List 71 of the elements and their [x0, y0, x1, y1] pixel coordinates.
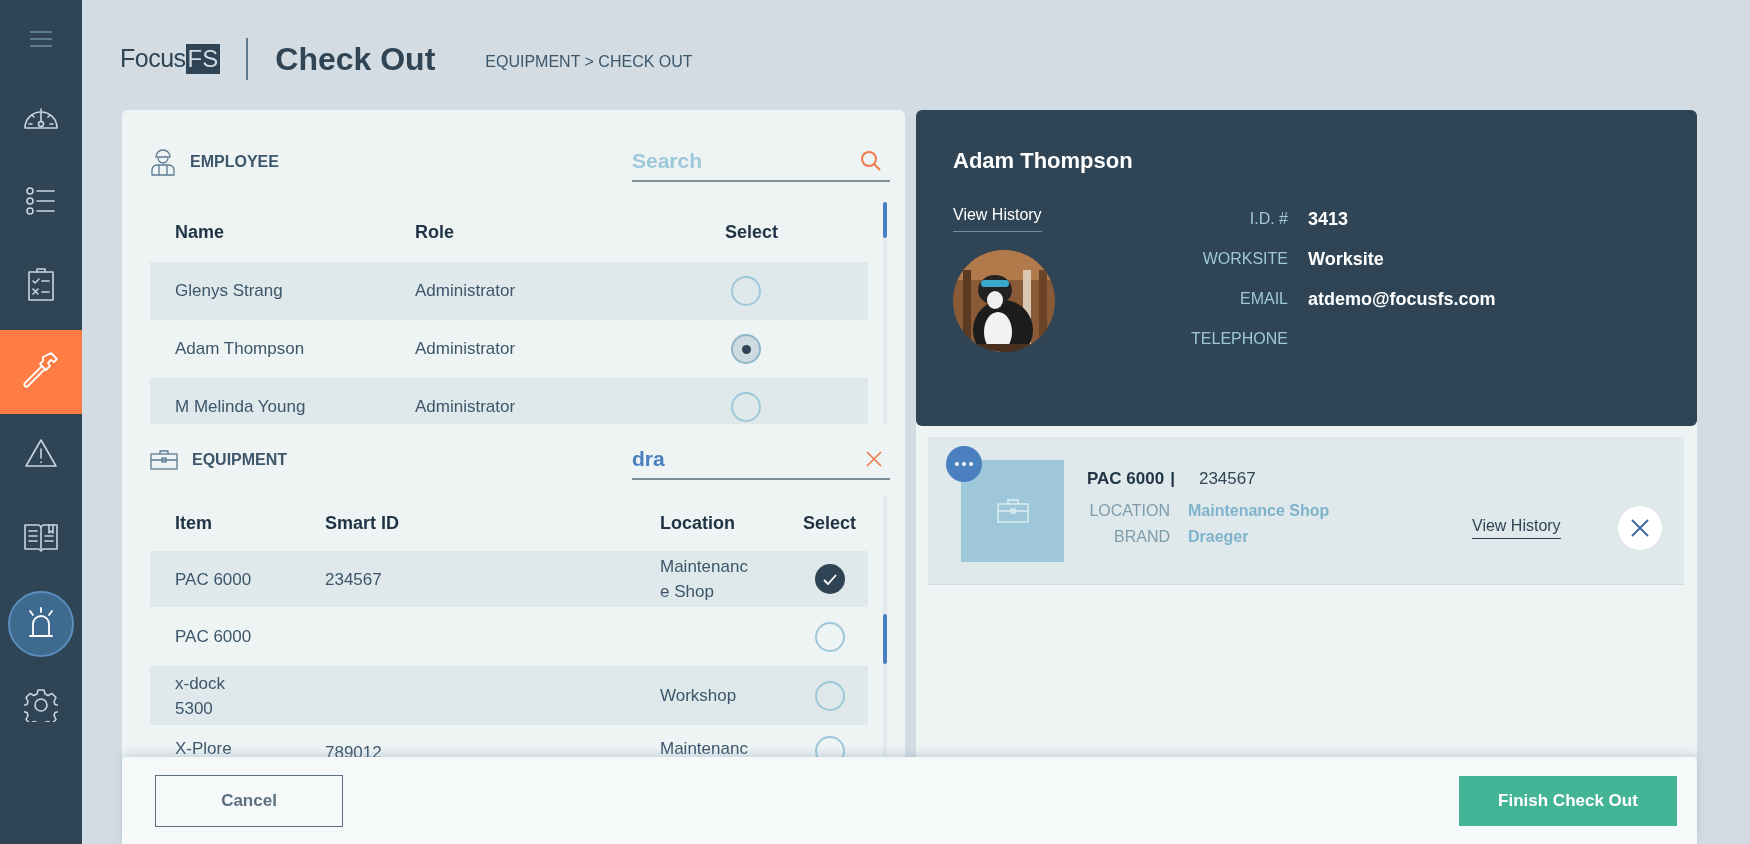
page-title: Check Out	[275, 40, 436, 79]
table-cell-text: Administrator	[414, 280, 517, 303]
column-header: Item	[174, 512, 213, 535]
menu-icon	[30, 31, 52, 47]
employee-name: Adam Thompson	[953, 147, 1134, 175]
equipment-name: PAC 6000	[1087, 468, 1165, 490]
table-cell-text: Maintenance Shop	[660, 556, 749, 603]
warning-icon	[24, 437, 58, 468]
view-history-link[interactable]: View History	[1472, 517, 1561, 539]
field-value: Maintenance Shop	[1188, 500, 1330, 521]
table-cell-text: Adam Thompson	[174, 338, 306, 361]
field-label: TELEPHONE	[1190, 329, 1288, 349]
finish-button[interactable]: Finish Check Out	[1459, 775, 1677, 826]
section-heading: EQUIPMENT	[192, 450, 288, 470]
table-cell-text: Administrator	[414, 396, 517, 419]
more-icon	[955, 462, 973, 466]
column-header: Name	[174, 220, 226, 244]
clear-icon[interactable]	[866, 451, 882, 467]
field-value: 3413	[1308, 208, 1349, 231]
breadcrumb: EQUIPMENT > CHECK OUT	[485, 52, 693, 72]
column-header: Select	[724, 220, 780, 244]
field-label: LOCATION	[1088, 500, 1170, 521]
field-label: BRAND	[1113, 526, 1170, 547]
smart-id: 234567	[1198, 468, 1256, 490]
column-header: Smart ID	[324, 512, 401, 535]
scrollbar-thumb[interactable]	[883, 202, 887, 238]
section-heading: EMPLOYEE	[190, 152, 279, 172]
table-cell-text: Workshop	[660, 685, 738, 707]
toolbox-icon	[996, 499, 1029, 523]
clipboard-icon	[27, 267, 55, 302]
radio-button[interactable]	[731, 334, 761, 364]
radio-button[interactable]	[731, 276, 761, 306]
column-header: Select	[802, 512, 858, 535]
table-cell-text: M Melinda Young	[174, 396, 307, 419]
more-button[interactable]	[946, 446, 982, 482]
column-header: Role	[414, 220, 455, 244]
column-header: Location	[659, 512, 736, 535]
view-history-link[interactable]: View History	[953, 203, 1042, 232]
checkbox[interactable]	[815, 621, 845, 652]
check-icon	[823, 573, 837, 585]
checkbox[interactable]	[815, 680, 845, 711]
table-cell-text: PAC 6000	[175, 568, 252, 591]
table-cell-text: Administrator	[414, 338, 517, 361]
search-icon[interactable]	[860, 150, 882, 172]
table-cell-text: X-Plore	[175, 737, 232, 757]
field-label: EMAIL	[1239, 289, 1288, 309]
table-cell-text: PAC 6000	[175, 626, 252, 648]
table-cell-text: 234567	[325, 568, 382, 591]
field-value: atdemo@focusfs.com	[1308, 288, 1496, 311]
field-value: Worksite	[1308, 248, 1384, 271]
list-icon	[26, 185, 56, 216]
remove-button[interactable]	[1617, 506, 1662, 550]
table-cell-text: 789012	[325, 741, 382, 757]
table-cell-text: Maintenanc	[660, 737, 749, 757]
checkbox[interactable]	[815, 564, 845, 594]
cancel-button[interactable]: Cancel	[155, 774, 343, 827]
worker-icon	[150, 148, 176, 176]
settings-icon	[24, 687, 58, 722]
field-value: Draeger	[1188, 526, 1249, 547]
table-cell-text: Glenys Strang	[174, 280, 284, 303]
field-label: WORKSITE	[1201, 249, 1288, 269]
close-icon	[1630, 519, 1649, 537]
field-label: I.D. #	[1248, 209, 1288, 229]
toolbox-icon	[150, 450, 178, 470]
radio-button[interactable]	[731, 392, 761, 422]
search-field[interactable]: Search	[632, 145, 832, 177]
logo: FocusFS	[120, 43, 221, 76]
scrollbar-thumb[interactable]	[883, 614, 887, 664]
search-field[interactable]: dra	[632, 443, 832, 475]
table-cell-text: x-dock 5300	[175, 672, 227, 720]
separator: |	[1170, 468, 1175, 490]
